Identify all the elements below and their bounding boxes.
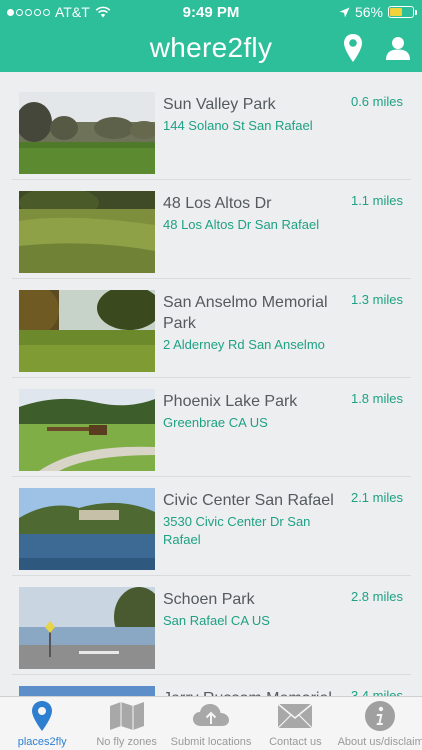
list-item[interactable]: 48 Los Altos Dr 48 Los Altos Dr San Rafa… (12, 183, 411, 279)
place-address[interactable]: 48 Los Altos Dr San Rafael (163, 216, 343, 234)
list-item[interactable]: Civic Center San Rafael 3530 Civic Cente… (12, 480, 411, 576)
map-icon (84, 700, 168, 732)
user-icon[interactable] (383, 32, 413, 64)
tab-no-fly-zones[interactable]: No fly zones (84, 697, 168, 750)
list-item[interactable]: Phoenix Lake Park Greenbrae CA US 1.8 mi… (12, 381, 411, 477)
place-name: 48 Los Altos Dr (163, 195, 272, 212)
place-name: Civic Center San Rafael (163, 492, 334, 509)
place-name: Jerry Russom Memorial (163, 688, 343, 696)
cloud-upload-icon (169, 700, 253, 732)
place-name: Schoen Park (163, 591, 255, 608)
place-address[interactable]: San Rafael CA US (163, 612, 343, 630)
place-address[interactable]: Greenbrae CA US (163, 414, 343, 432)
place-photo (19, 686, 155, 696)
place-photo (19, 191, 155, 273)
place-distance: 0.6 miles (350, 94, 403, 109)
place-distance: 1.3 miles (350, 292, 403, 307)
place-photo (19, 92, 155, 174)
place-address[interactable]: 144 Solano St San Rafael (163, 117, 343, 135)
place-photo (19, 389, 155, 471)
place-distance: 2.8 miles (350, 589, 403, 604)
tab-submit-locations[interactable]: Submit locations (169, 697, 253, 750)
status-bar: AT&T 9:49 PM 56% (0, 0, 422, 24)
place-distance: 3.4 miles (350, 688, 403, 696)
list-item[interactable]: Sun Valley Park 144 Solano St San Rafael… (12, 84, 411, 180)
tab-label: Contact us (269, 736, 322, 748)
place-name: San Anselmo Memorial Park (163, 294, 328, 332)
battery-percent: 56% (354, 4, 383, 20)
envelope-icon (253, 700, 337, 732)
battery-icon (388, 6, 417, 18)
place-photo (19, 290, 155, 372)
tab-places2fly[interactable]: places2fly (0, 697, 84, 750)
list-item[interactable]: San Anselmo Memorial Park 2 Alderney Rd … (12, 282, 411, 378)
tab-bar: places2fly No fly zones Submit locations (0, 696, 422, 750)
location-arrow-icon (339, 7, 350, 17)
app-header: AT&T 9:49 PM 56% where2fly (0, 0, 422, 72)
place-distance: 2.1 miles (350, 490, 403, 505)
place-photo (19, 587, 155, 669)
place-name: Sun Valley Park (163, 96, 276, 113)
place-distance: 1.1 miles (350, 193, 403, 208)
place-name: Phoenix Lake Park (163, 393, 298, 410)
location-pin-icon[interactable] (338, 32, 368, 64)
tab-about-us[interactable]: About us/disclaimer (338, 697, 422, 750)
tab-label: About us/disclaimer (337, 736, 422, 748)
info-icon (338, 700, 422, 732)
tab-label: Submit locations (170, 736, 252, 748)
place-distance: 1.8 miles (350, 391, 403, 406)
map-pin-icon (0, 700, 84, 732)
place-photo (19, 488, 155, 570)
tab-label: No fly zones (96, 736, 157, 748)
tab-label: places2fly (17, 736, 67, 748)
places-list[interactable]: Sun Valley Park 144 Solano St San Rafael… (12, 84, 411, 696)
place-address[interactable]: 2 Alderney Rd San Anselmo (163, 336, 343, 354)
place-address[interactable]: 3530 Civic Center Dr San Rafael (163, 513, 343, 549)
list-item[interactable]: Schoen Park San Rafael CA US 2.8 miles (12, 579, 411, 675)
list-item[interactable]: Jerry Russom Memorial 3.4 miles (12, 678, 411, 696)
tab-contact-us[interactable]: Contact us (253, 697, 337, 750)
